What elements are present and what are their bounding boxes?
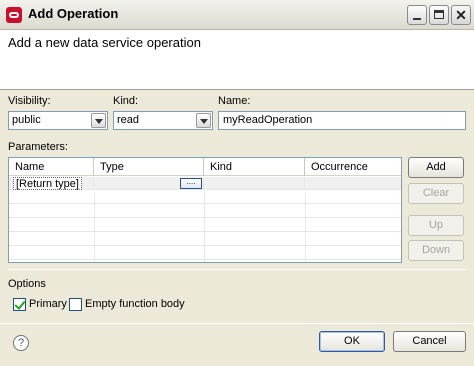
ok-button[interactable]: OK (319, 331, 385, 352)
table-row (9, 247, 401, 260)
column-header-occurrence[interactable]: Occurrence (305, 158, 401, 176)
minimize-icon[interactable] (407, 5, 427, 25)
name-field[interactable]: myReadOperation (218, 111, 466, 130)
add-button[interactable]: Add (408, 157, 464, 178)
cell-type[interactable]: .... (94, 177, 204, 190)
chevron-down-icon[interactable] (91, 113, 106, 128)
down-button[interactable]: Down (408, 240, 464, 261)
oracle-app-icon (6, 7, 22, 23)
primary-label[interactable]: Primary (29, 298, 67, 310)
table-row (9, 205, 401, 218)
empty-function-body-checkbox[interactable] (69, 298, 82, 311)
column-header-kind[interactable]: Kind (204, 158, 305, 176)
divider (8, 269, 466, 270)
maximize-icon[interactable] (429, 5, 449, 25)
parameters-label: Parameters: (8, 141, 68, 153)
name-value: myReadOperation (223, 114, 313, 126)
kind-combo[interactable]: read (113, 111, 213, 130)
primary-checkbox[interactable] (13, 298, 26, 311)
column-header-name[interactable]: Name (9, 158, 94, 176)
cell-name: [Return type] (9, 177, 94, 190)
parameters-table[interactable]: Name Type Kind Occurrence [Return type] … (8, 157, 402, 263)
table-row (9, 233, 401, 246)
grid-line (204, 191, 205, 262)
return-type-label: [Return type] (13, 177, 82, 190)
help-icon[interactable]: ? (13, 335, 29, 351)
cancel-button[interactable]: Cancel (393, 331, 466, 352)
grid-line (94, 191, 95, 262)
visibility-combo[interactable]: public (8, 111, 108, 130)
visibility-label: Visibility: (8, 95, 51, 107)
table-row (9, 219, 401, 232)
table-row (9, 191, 401, 204)
table-row[interactable]: [Return type] .... (9, 177, 401, 190)
options-label: Options (8, 278, 46, 290)
visibility-value: public (12, 114, 41, 126)
table-header: Name Type Kind Occurrence (9, 158, 401, 176)
column-header-type[interactable]: Type (94, 158, 204, 176)
close-icon[interactable]: ✕ (451, 5, 471, 25)
kind-value: read (117, 114, 140, 126)
header-title: Add a new data service operation (8, 35, 201, 50)
empty-function-body-label[interactable]: Empty function body (85, 298, 185, 310)
grid-line (305, 191, 306, 262)
chevron-down-icon[interactable] (196, 113, 211, 128)
divider (0, 323, 474, 324)
name-label: Name: (218, 95, 251, 107)
cell-kind[interactable] (204, 177, 305, 190)
kind-label: Kind: (113, 95, 139, 107)
clear-button[interactable]: Clear (408, 183, 464, 204)
browse-type-button[interactable]: .... (180, 178, 202, 189)
up-button[interactable]: Up (408, 215, 464, 236)
window-title: Add Operation (28, 6, 119, 21)
cell-occurrence[interactable] (305, 177, 401, 190)
